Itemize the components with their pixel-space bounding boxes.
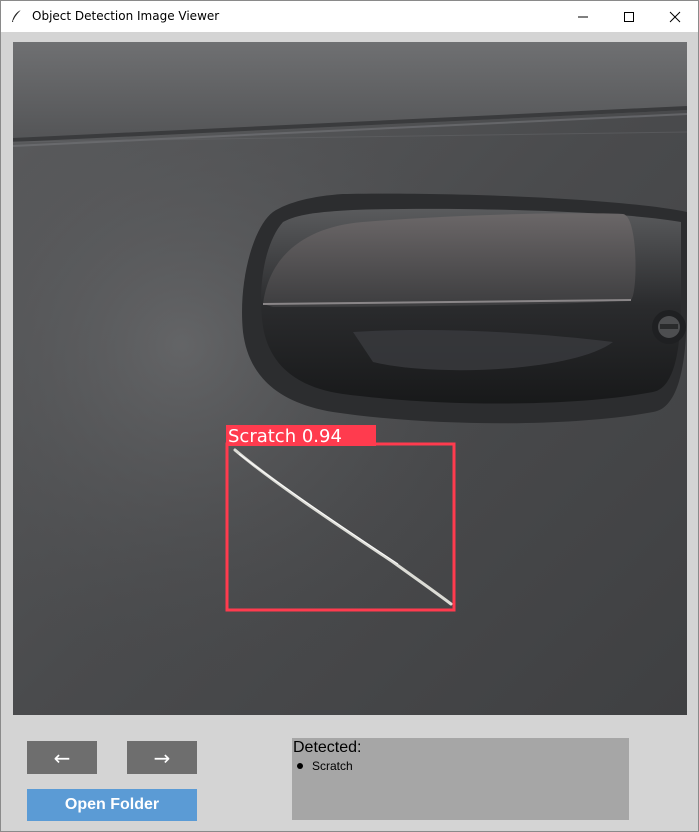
maximize-button[interactable] (606, 1, 652, 32)
detections-heading: Detected: (293, 739, 362, 756)
left-arrow-icon: ← (53, 745, 71, 770)
right-arrow-icon: → (153, 745, 171, 770)
detections-panel: Detected: Scratch (292, 738, 629, 820)
window-title: Object Detection Image Viewer (32, 9, 220, 23)
key-slot (660, 324, 678, 329)
next-image-button[interactable]: → (127, 741, 197, 774)
open-folder-button[interactable]: Open Folder (27, 789, 197, 821)
feather-icon (12, 9, 22, 22)
image-viewer: Scratch 0.94 (13, 42, 687, 715)
previous-image-button[interactable]: ← (27, 741, 97, 774)
bullet-icon (297, 763, 303, 769)
maximize-icon (624, 11, 634, 22)
list-item: Scratch (297, 759, 353, 773)
detection-image: Scratch 0.94 (13, 42, 687, 715)
close-button[interactable] (652, 1, 698, 32)
detections-list: Scratch (297, 759, 353, 773)
minimize-button[interactable] (560, 1, 606, 32)
detection-class-label: Scratch (312, 759, 353, 773)
close-icon (669, 11, 681, 22)
minimize-icon (578, 16, 588, 17)
app-window: Object Detection Image Viewer Scratch 0.… (0, 0, 699, 832)
detection-label: Scratch 0.94 (228, 426, 342, 447)
title-bar: Object Detection Image Viewer (1, 1, 698, 32)
